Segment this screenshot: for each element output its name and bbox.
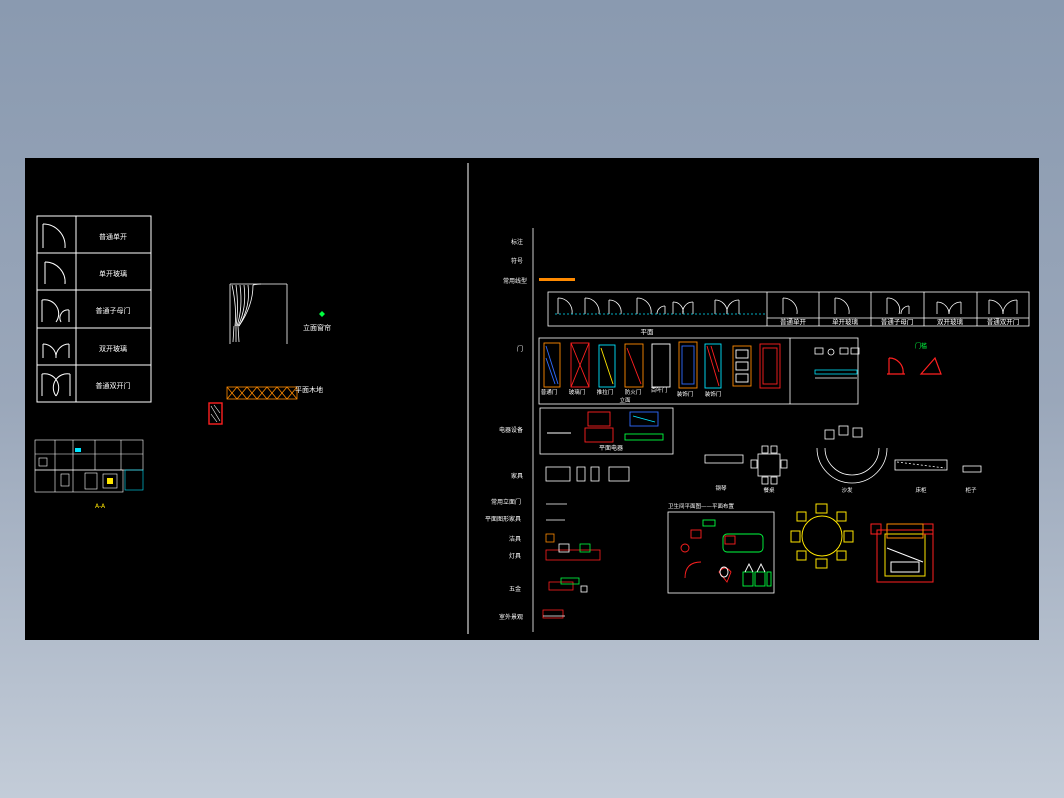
equipment-caption: 平面电器 <box>599 444 623 452</box>
legend-label-5: 普通双开门 <box>96 381 131 390</box>
mini-floor-plan <box>34 439 144 493</box>
curtain-elevation <box>229 283 288 344</box>
side-label-1: 标注 <box>511 238 523 246</box>
cad-drawing: 普通单开 单开玻璃 普通子母门 双开玻璃 普通双开门 立面窗帘 平面木地 A-A… <box>34 163 1030 634</box>
side-label-9: 洁具 <box>509 535 521 543</box>
misc-small-icons <box>542 466 630 619</box>
side-label-12: 室外景观 <box>499 613 523 621</box>
side-label-6: 家具 <box>511 472 523 480</box>
single-door-icon <box>42 223 66 249</box>
cad-canvas[interactable]: 普通单开 单开玻璃 普通子母门 双开玻璃 普通双开门 立面窗帘 平面木地 A-A… <box>25 158 1039 640</box>
elev-door-label-3: 推拉门 <box>597 388 614 396</box>
bathroom-plan-box <box>667 511 775 594</box>
mini-plan-cyan <box>75 448 81 452</box>
curtain-label: 立面窗帘 <box>303 323 331 332</box>
legend-label-3: 普通子母门 <box>96 306 131 315</box>
bathroom-title: 卫生间平面图——平面布置 <box>668 502 735 510</box>
mini-plan-highlight <box>107 478 113 484</box>
red-door-glyphs <box>887 356 942 375</box>
equipment-drawings <box>547 411 664 443</box>
side-label-5: 电器设备 <box>499 426 523 434</box>
door-swing-row <box>555 297 1018 315</box>
green-marker-icon <box>319 311 325 317</box>
furniture-label-1: 钢琴 <box>715 484 727 492</box>
threshold-label: 门槛 <box>915 342 927 350</box>
glass-door-icon <box>44 261 66 285</box>
furniture-row <box>704 425 982 485</box>
elev-door-label-7: 装饰门 <box>705 390 722 398</box>
door-type-label-1: 普通单开 <box>780 317 807 326</box>
legend-table <box>36 215 152 403</box>
door-type-caption: 平面 <box>641 328 655 336</box>
side-label-4: 门 <box>517 345 523 353</box>
floor-label: 平面木地 <box>295 385 323 394</box>
elev-door-caption: 立面 <box>619 396 631 404</box>
furniture-label-2: 餐桌 <box>763 486 775 494</box>
bathroom-fixtures <box>680 519 772 587</box>
red-door-panel <box>208 402 223 425</box>
legend-label-1: 普通单开 <box>99 232 127 241</box>
bed-plan <box>870 523 934 583</box>
side-label-8: 平面图形家具 <box>485 515 521 523</box>
elevation-doors <box>543 341 781 389</box>
elev-door-label-6: 装饰门 <box>677 390 694 398</box>
legend-label-2: 单开玻璃 <box>99 269 127 278</box>
mother-child-door-icon <box>41 299 70 323</box>
side-label-11: 五金 <box>509 585 521 593</box>
side-label-7: 常用立面门 <box>491 498 521 506</box>
side-label-2: 符号 <box>511 257 523 265</box>
double-glass-door-icon <box>42 343 70 359</box>
door-type-label-4: 双开玻璃 <box>937 317 964 326</box>
legend-label-4: 双开玻璃 <box>99 344 127 353</box>
elev-door-label-4: 防火门 <box>625 388 642 396</box>
double-door-icon <box>41 373 71 397</box>
floor-pattern <box>226 386 298 400</box>
door-type-label-5: 普通双开门 <box>987 317 1020 326</box>
door-type-label-2: 单开玻璃 <box>832 317 859 326</box>
line-type-sample <box>539 278 575 281</box>
elev-door-label-5: 百叶门 <box>651 386 668 394</box>
side-label-3: 常用线型 <box>503 277 527 285</box>
door-type-label-3: 普通子母门 <box>881 317 914 326</box>
side-label-10: 灯具 <box>509 552 521 560</box>
furniture-label-5: 柜子 <box>965 486 977 494</box>
mini-plan-caption: A-A <box>95 503 106 510</box>
elev-door-label-2: 玻璃门 <box>569 388 586 396</box>
round-table <box>790 503 854 569</box>
furniture-label-3: 沙发 <box>841 486 853 494</box>
hardware-symbols <box>814 347 860 379</box>
furniture-label-4: 床柜 <box>915 486 927 494</box>
elev-door-label-1: 普通门 <box>541 388 558 396</box>
